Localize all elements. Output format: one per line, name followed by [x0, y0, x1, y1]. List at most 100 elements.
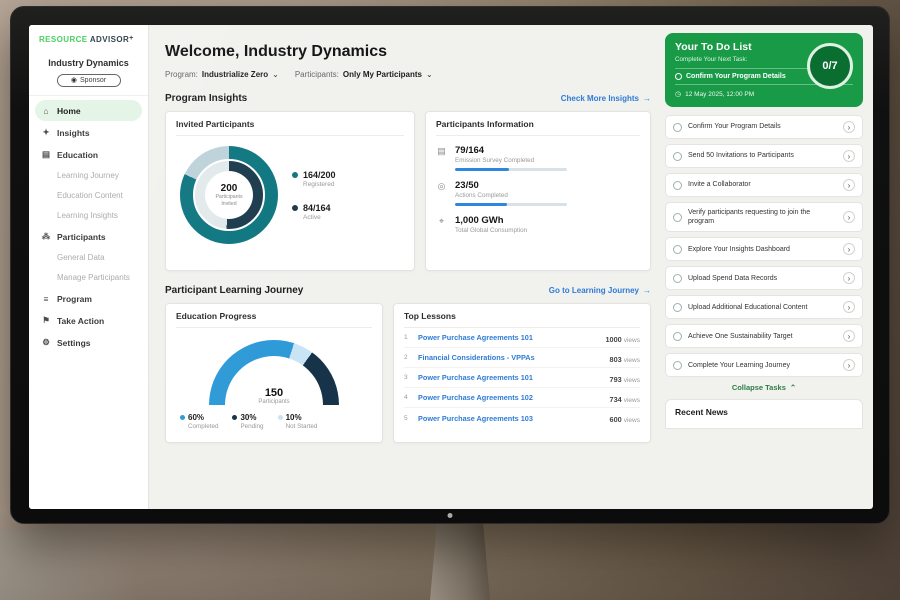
chevron-right-icon[interactable]: ›	[843, 330, 855, 342]
go-to-learning-journey-link[interactable]: Go to Learning Journey →	[549, 286, 651, 295]
program-select[interactable]: Program: Industrialize Zero ⌄	[165, 70, 279, 79]
sidebar-item-label: Take Action	[57, 316, 104, 326]
sidebar-item[interactable]: Learning Insights	[35, 206, 142, 225]
sidebar-item[interactable]: Manage Participants	[35, 268, 142, 287]
task-checkbox[interactable]	[673, 361, 682, 370]
chevron-right-icon[interactable]: ›	[843, 211, 855, 223]
lesson-views-count: 793	[610, 375, 622, 384]
task-checkbox[interactable]	[673, 332, 682, 341]
todo-task-row[interactable]: Upload Additional Educational Content ›	[665, 295, 863, 319]
program-insights-header: Program Insights Check More Insights →	[165, 93, 651, 104]
todo-task-row[interactable]: Confirm Your Program Details ›	[665, 115, 863, 139]
gauge-legend: 60% Completed 30% Pending	[180, 413, 368, 430]
donut-center: 200 Participants Invited	[205, 171, 253, 219]
task-label: Upload Additional Educational Content	[688, 303, 837, 312]
sidebar-item[interactable]: ▤ Education	[35, 144, 142, 165]
lesson-link[interactable]: Power Purchase Agreements 101	[418, 373, 604, 382]
lesson-link[interactable]: Power Purchase Agreements 103	[418, 414, 604, 423]
lesson-row: 5 Power Purchase Agreements 103 600views	[404, 408, 640, 428]
sidebar-item-label: Insights	[57, 128, 90, 138]
sidebar-item[interactable]: ✦ Insights	[35, 122, 142, 143]
task-checkbox[interactable]	[673, 181, 682, 190]
app-logo-advisor: ADVISOR	[90, 35, 129, 44]
sidebar-item[interactable]: Education Content	[35, 186, 142, 205]
participants-select[interactable]: Participants: Only My Participants ⌄	[295, 70, 433, 79]
actions-completed-progressbar	[455, 203, 567, 206]
lesson-row: 4 Power Purchase Agreements 102 734views	[404, 388, 640, 408]
todo-task-row[interactable]: Verify participants requesting to join t…	[665, 202, 863, 232]
monitor-bezel: RESOURCE ADVISOR+ Industry Dynamics ◉ Sp…	[10, 6, 890, 524]
lesson-link[interactable]: Financial Considerations - VPPAs	[418, 353, 604, 362]
todo-task-row[interactable]: Achieve One Sustainability Target ›	[665, 324, 863, 348]
invited-participants-card: Invited Participants 200 Participants In…	[165, 111, 415, 271]
pending-pct: 30%	[240, 413, 256, 422]
todo-header-card: Your To Do List Complete Your Next Task:…	[665, 33, 863, 107]
sidebar-item[interactable]: ≡ Program	[35, 288, 142, 309]
todo-panel: Your To Do List Complete Your Next Task:…	[661, 25, 873, 509]
sidebar-item[interactable]: Learning Journey	[35, 166, 142, 185]
todo-task-row[interactable]: Upload Spend Data Records ›	[665, 266, 863, 290]
task-label: Complete Your Learning Journey	[688, 361, 837, 370]
lesson-link[interactable]: Power Purchase Agreements 102	[418, 393, 604, 402]
lesson-views-count: 1000	[606, 335, 622, 344]
sponsor-badge[interactable]: ◉ Sponsor	[57, 74, 121, 87]
task-label: Upload Spend Data Records	[688, 274, 837, 283]
monitor-logo-dot	[448, 513, 453, 518]
desk-surface	[0, 530, 140, 600]
task-checkbox[interactable]	[673, 245, 682, 254]
chevron-right-icon[interactable]: ›	[843, 150, 855, 162]
sidebar-item[interactable]: ⌂ Home	[35, 100, 142, 121]
chevron-right-icon[interactable]: ›	[843, 359, 855, 371]
lesson-views-count: 600	[610, 415, 622, 424]
chevron-right-icon[interactable]: ›	[843, 301, 855, 313]
gauge-center: 150 Participants	[209, 387, 339, 405]
todo-task-row[interactable]: Explore Your Insights Dashboard ›	[665, 237, 863, 261]
chevron-down-icon: ⌄	[272, 70, 279, 79]
learning-journey-title: Participant Learning Journey	[165, 285, 303, 296]
top-lessons-list: 1 Power Purchase Agreements 101 1000view…	[404, 328, 640, 428]
todo-due: ◷ 12 May 2025, 12:00 PM	[675, 90, 853, 98]
task-checkbox[interactable]	[673, 303, 682, 312]
sidebar-item[interactable]: ⚙ Settings	[35, 332, 142, 353]
check-more-insights-link[interactable]: Check More Insights →	[561, 94, 651, 103]
app-logo: RESOURCE ADVISOR+	[29, 33, 148, 50]
task-label: Explore Your Insights Dashboard	[688, 245, 837, 254]
sidebar-item-icon: ✦	[41, 127, 51, 138]
chevron-right-icon[interactable]: ›	[843, 243, 855, 255]
emission-survey-progressbar	[455, 168, 567, 171]
completed-pct: 60%	[188, 413, 204, 422]
todo-task-row[interactable]: Invite a Collaborator ›	[665, 173, 863, 197]
not-started-pct: 10%	[286, 413, 302, 422]
lesson-link[interactable]: Power Purchase Agreements 101	[418, 333, 600, 342]
todo-task-row[interactable]: Complete Your Learning Journey ›	[665, 353, 863, 377]
education-progress-title: Education Progress	[176, 311, 372, 328]
pending-label: Pending	[240, 423, 263, 430]
chevron-right-icon[interactable]: ›	[843, 272, 855, 284]
sidebar-item[interactable]: ⚑ Take Action	[35, 310, 142, 331]
not-started-label: Not Started	[286, 423, 318, 430]
active-dot	[292, 205, 298, 211]
chevron-right-icon[interactable]: ›	[843, 179, 855, 191]
stat-actions-completed: ◎ 23/50 Actions Completed	[436, 180, 640, 206]
collapse-tasks-button[interactable]: Collapse Tasks ⌃	[665, 383, 863, 392]
task-checkbox[interactable]	[673, 274, 682, 283]
chevron-right-icon[interactable]: ›	[843, 121, 855, 133]
sidebar-item-label: Participants	[57, 232, 106, 242]
collapse-up-icon: ⌃	[790, 383, 796, 392]
task-checkbox[interactable]	[673, 152, 682, 161]
lesson-rank: 5	[404, 415, 412, 422]
task-checkbox[interactable]	[673, 123, 682, 132]
emission-survey-value: 79/164	[455, 145, 567, 156]
sidebar-item[interactable]: General Data	[35, 248, 142, 267]
app-logo-resource: RESOURCE	[39, 35, 90, 44]
todo-task-row[interactable]: Send 50 Invitations to Participants ›	[665, 144, 863, 168]
survey-icon: ▤	[436, 146, 447, 171]
task-checkbox[interactable]	[673, 213, 682, 222]
completed-label: Completed	[188, 423, 218, 430]
gauge-center-value: 150	[209, 387, 339, 399]
lesson-views-count: 734	[610, 395, 622, 404]
program-label: Program:	[165, 70, 198, 79]
sidebar-item[interactable]: ⁂ Participants	[35, 226, 142, 247]
insights-cards-row: Invited Participants 200 Participants In…	[165, 111, 651, 271]
completed-dot	[180, 415, 185, 420]
